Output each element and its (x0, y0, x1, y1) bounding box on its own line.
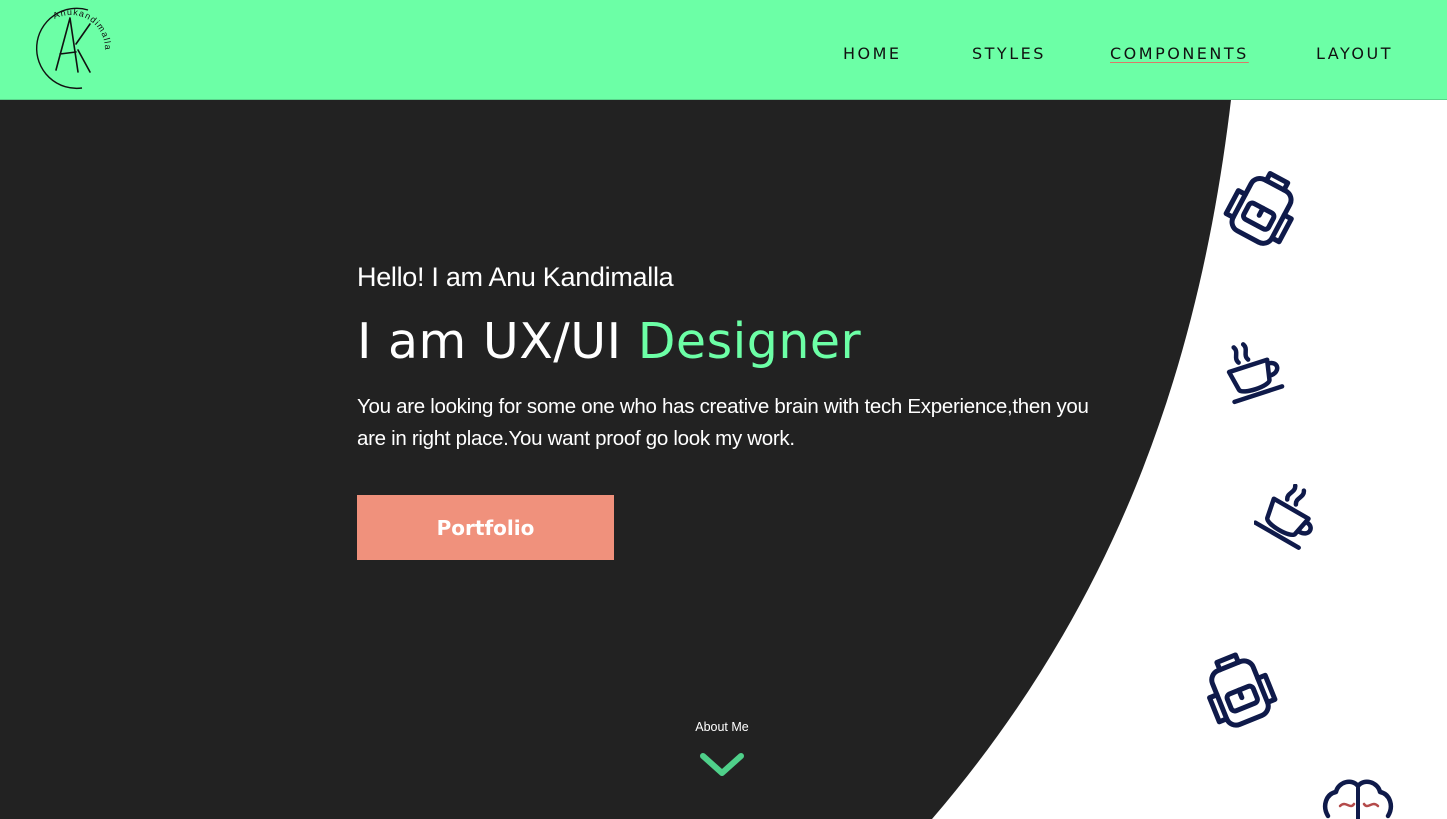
nav-components[interactable]: COMPONENTS (1110, 44, 1249, 63)
hero-title: I am UX/UI Designer (357, 315, 1117, 369)
backpack-icon (1223, 171, 1294, 246)
hero-content: Hello! I am Anu Kandimalla I am UX/UI De… (357, 262, 1117, 455)
hero-title-prefix: I am UX/UI (357, 313, 638, 370)
nav-home[interactable]: HOME (843, 44, 902, 63)
nav-layout[interactable]: LAYOUT (1316, 44, 1393, 63)
hero-greeting: Hello! I am Anu Kandimalla (357, 262, 674, 292)
backpack-icon (1207, 652, 1278, 728)
hero-description: You are looking for some one who has cre… (357, 394, 1089, 450)
svg-text:Anukandimalla: Anukandimalla (51, 7, 113, 51)
page: Anukandimalla HOME STYLES COMPONENTS LAY… (0, 0, 1447, 819)
ak-monogram-logo[interactable]: Anukandimalla (26, 4, 116, 94)
brain-icon (1323, 779, 1393, 819)
site-header: Anukandimalla HOME STYLES COMPONENTS LAY… (0, 0, 1447, 100)
main-nav: HOME STYLES COMPONENTS LAYOUT (827, 44, 1447, 64)
nav-styles[interactable]: STYLES (972, 44, 1046, 63)
logo-ring-text: Anukandimalla (51, 7, 112, 51)
hero-title-accent: Designer (637, 313, 862, 370)
coffee-cup-icon (1254, 484, 1313, 550)
about-me-link[interactable]: About Me (672, 720, 772, 734)
portfolio-button[interactable]: Portfolio (357, 495, 614, 560)
coffee-cup-icon (1226, 342, 1285, 405)
chevron-down-icon[interactable] (699, 752, 745, 778)
